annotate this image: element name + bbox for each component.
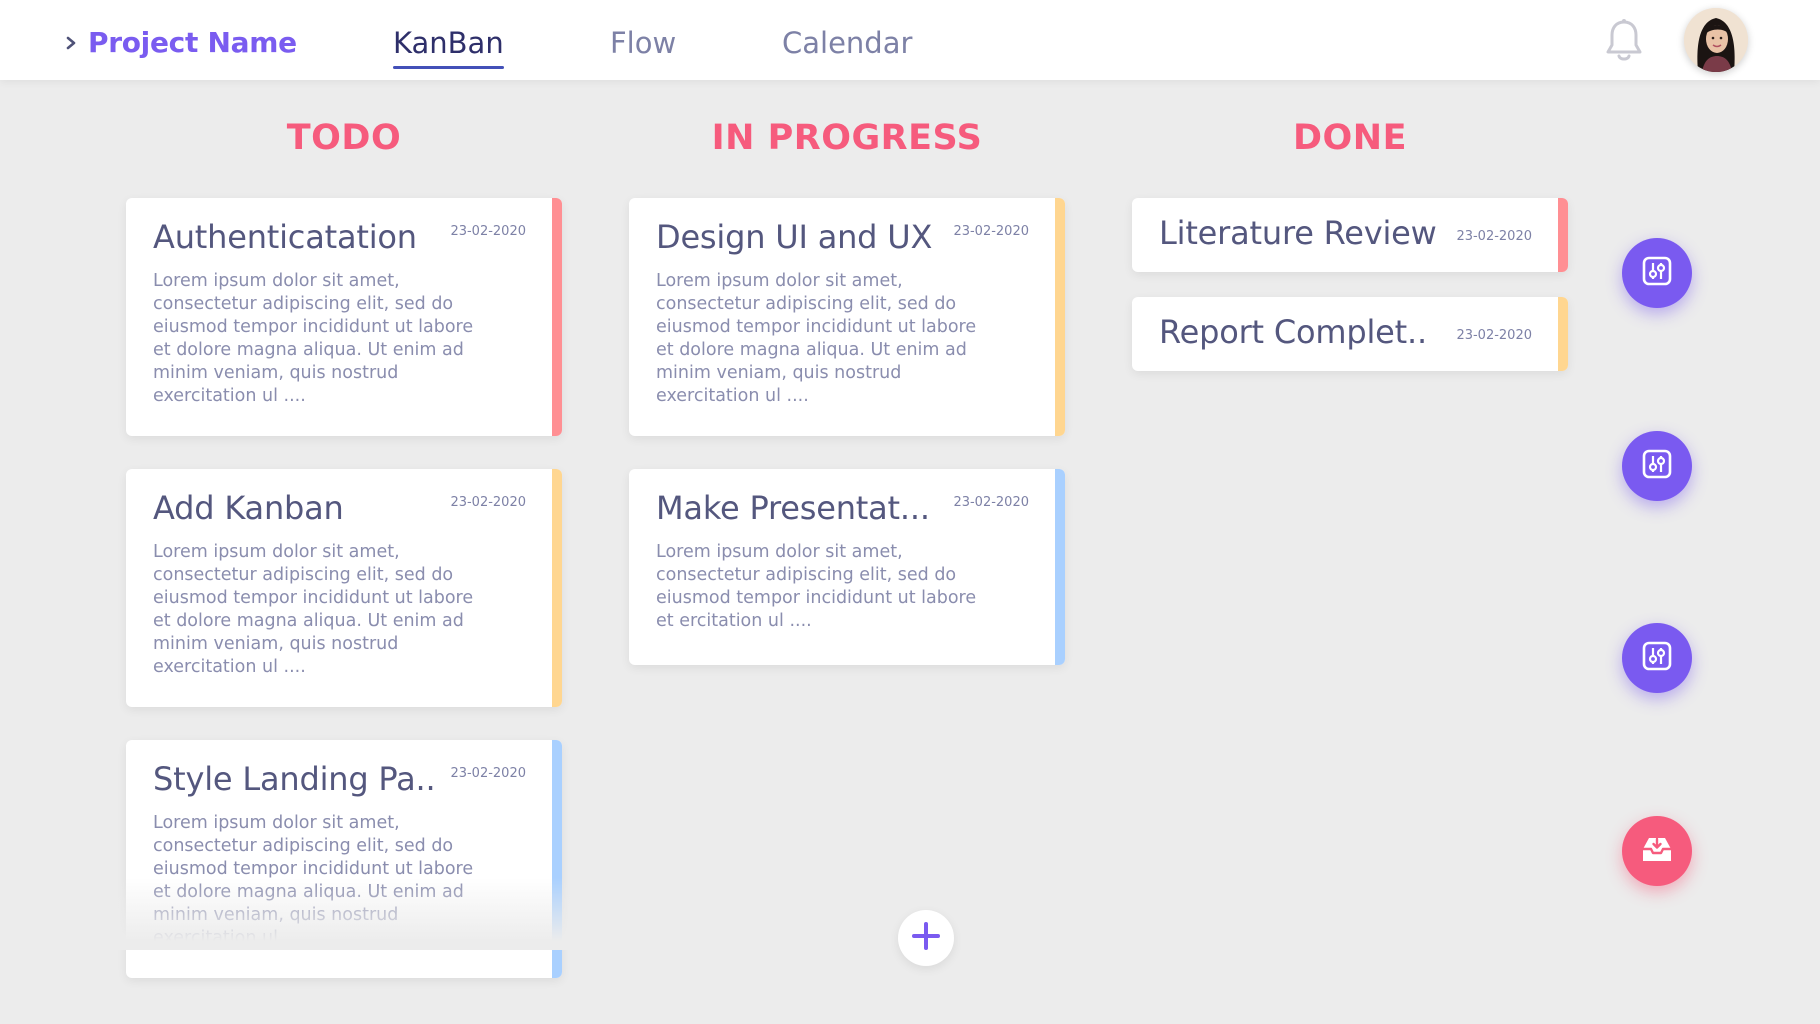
priority-stripe	[552, 198, 562, 436]
task-card[interactable]: Design UI and UX 23-02-2020 Lorem ipsum …	[629, 198, 1065, 436]
card-description: Lorem ipsum dolor sit amet, consectetur …	[656, 542, 977, 631]
card-title: Add Kanban	[153, 489, 344, 527]
tab-calendar[interactable]: Calendar	[782, 26, 912, 60]
card-date: 23-02-2020	[450, 224, 526, 239]
card-description: Lorem ipsum dolor sit amet, consectetur …	[153, 542, 474, 677]
card-date: 23-02-2020	[450, 495, 526, 510]
card-description: Lorem ipsum dolor sit amet, consectetur …	[153, 271, 474, 406]
control-panel-button[interactable]	[1622, 431, 1692, 501]
inbox-icon	[1639, 834, 1675, 868]
bell-icon[interactable]	[1602, 17, 1646, 65]
task-card[interactable]: Make Presentat... 23-02-2020 Lorem ipsum…	[629, 469, 1065, 665]
task-card[interactable]: Style Landing Pa.. 23-02-2020 Lorem ipsu…	[126, 740, 562, 978]
card-date: 23-02-2020	[953, 495, 1029, 510]
priority-stripe	[552, 740, 562, 978]
task-card[interactable]: Authenticatation 23-02-2020 Lorem ipsum …	[126, 198, 562, 436]
column-title-todo: TODO	[286, 118, 402, 158]
control-panel-icon	[1641, 448, 1673, 484]
priority-stripe	[1558, 198, 1568, 272]
priority-stripe	[1558, 297, 1568, 371]
card-description: Lorem ipsum dolor sit amet, consectetur …	[656, 271, 977, 406]
project-selector[interactable]: Project Name	[64, 26, 297, 59]
card-description: Lorem ipsum dolor sit amet, consectetur …	[153, 813, 474, 948]
column-title-in-progress: IN PROGRESS	[711, 118, 983, 158]
project-name: Project Name	[88, 26, 297, 59]
task-card[interactable]: Literature Review 23-02-2020	[1132, 198, 1568, 272]
card-title: Report Complet..	[1159, 313, 1427, 351]
task-card[interactable]: Report Complet.. 23-02-2020	[1132, 297, 1568, 371]
top-bar: Project Name KanBan Flow Calendar	[0, 0, 1820, 80]
card-title: Design UI and UX	[656, 218, 933, 256]
priority-stripe	[552, 469, 562, 707]
card-title: Make Presentat...	[656, 489, 930, 527]
priority-stripe	[1055, 198, 1065, 436]
card-date: 23-02-2020	[450, 766, 526, 781]
card-date: 23-02-2020	[953, 224, 1029, 239]
tab-flow[interactable]: Flow	[610, 26, 676, 60]
control-panel-button[interactable]	[1622, 623, 1692, 693]
card-date: 23-02-2020	[1456, 229, 1532, 244]
control-panel-button[interactable]	[1622, 238, 1692, 308]
card-title: Authenticatation	[153, 218, 417, 256]
plus-icon	[911, 921, 941, 955]
card-title: Style Landing Pa..	[153, 760, 436, 798]
task-card[interactable]: Add Kanban 23-02-2020 Lorem ipsum dolor …	[126, 469, 562, 707]
control-panel-icon	[1641, 255, 1673, 291]
add-task-button[interactable]	[898, 910, 954, 966]
inbox-button[interactable]	[1622, 816, 1692, 886]
column-title-done: DONE	[1292, 118, 1407, 158]
card-date: 23-02-2020	[1456, 328, 1532, 343]
card-title: Literature Review	[1159, 214, 1437, 252]
priority-stripe	[1055, 469, 1065, 665]
chevron-right-icon	[64, 36, 78, 50]
control-panel-icon	[1641, 640, 1673, 676]
avatar[interactable]	[1684, 8, 1748, 72]
tab-kanban[interactable]: KanBan	[393, 26, 504, 69]
